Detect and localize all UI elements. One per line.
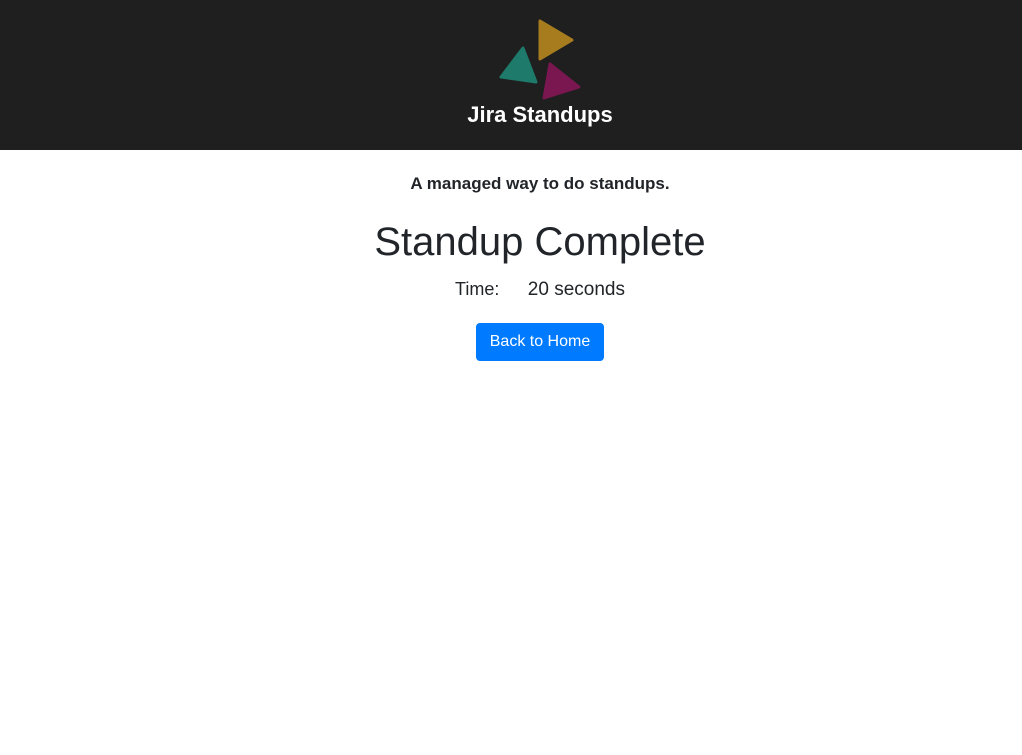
tagline: A managed way to do standups.: [410, 174, 670, 193]
app-header: Jira Standups: [0, 0, 1022, 150]
back-to-home-button[interactable]: Back to Home: [476, 323, 604, 361]
logo-triangle-teal: [499, 46, 538, 84]
time-value: 20 seconds: [527, 279, 625, 300]
logo-triangle-magenta: [542, 62, 581, 100]
time-label: Time:: [455, 279, 500, 299]
app-title: Jira Standups: [467, 102, 613, 127]
logo-triangle-gold: [538, 19, 574, 61]
triangles-logo-icon: [499, 19, 581, 100]
page-title: Standup Complete: [374, 220, 706, 264]
time-row: Time: 20 seconds: [0, 277, 1022, 303]
